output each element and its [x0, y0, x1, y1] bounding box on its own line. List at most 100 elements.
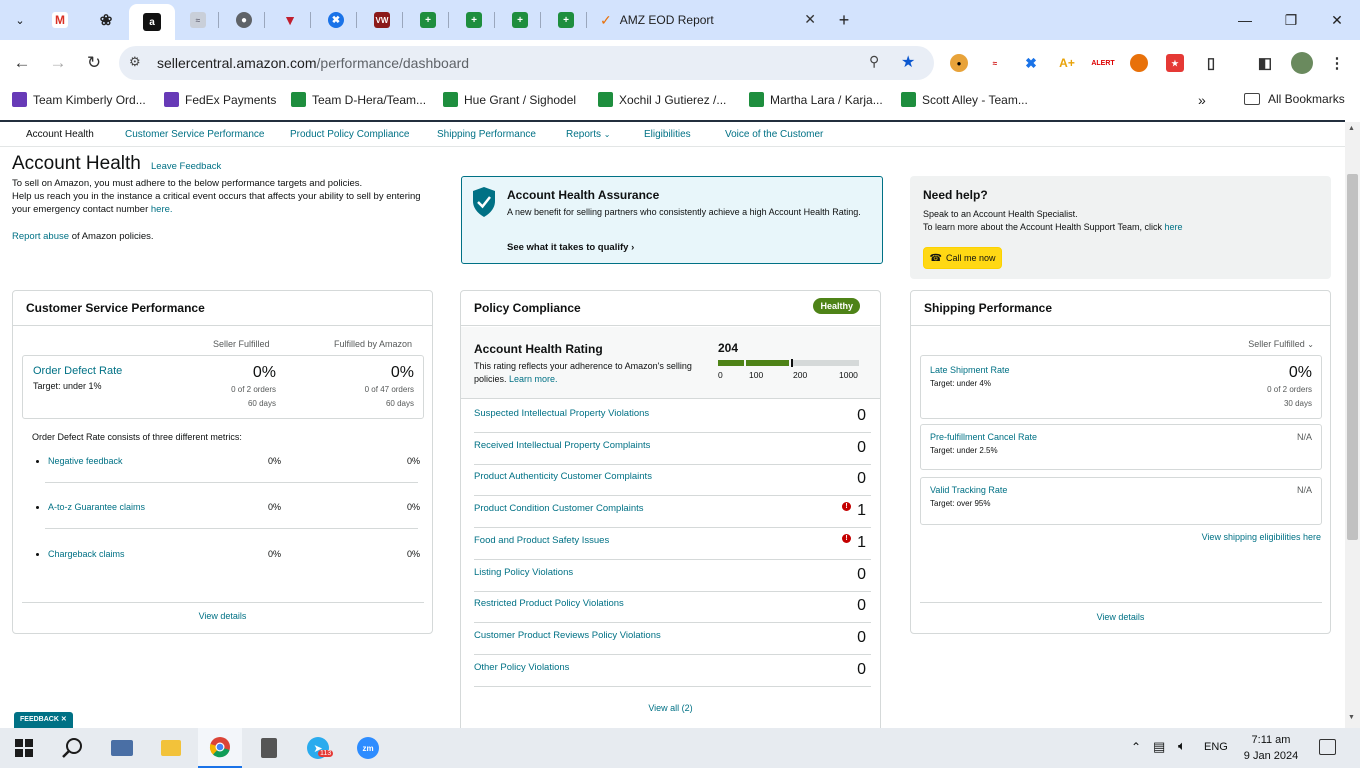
subnav-shipping[interactable]: Shipping Performance — [437, 129, 536, 140]
tab-search-button[interactable]: ⌄ — [8, 8, 32, 32]
tray-overflow-icon[interactable]: ⌃ — [1131, 740, 1141, 754]
call-me-now-button[interactable]: ☎ Call me now — [923, 247, 1002, 269]
bookmark-item[interactable]: FedEx Payments — [164, 92, 276, 107]
late-shipment-link[interactable]: Late Shipment Rate — [930, 365, 1010, 375]
extension-icon-5[interactable]: ALERT — [1091, 54, 1114, 72]
scroll-down-icon[interactable]: ▼ — [1348, 714, 1355, 721]
volume-icon[interactable]: 🔈︎ — [1178, 738, 1186, 754]
tab-sheets-4[interactable]: + — [554, 8, 578, 32]
close-tab-icon[interactable]: ✕ — [804, 11, 816, 28]
bookmark-item[interactable]: Team Kimberly Ord... — [12, 92, 146, 107]
leave-feedback-link[interactable]: Leave Feedback — [151, 161, 221, 172]
language-indicator[interactable]: ENG — [1204, 741, 1228, 753]
tab-sheets-2[interactable]: + — [462, 8, 486, 32]
tab-chatgpt[interactable]: ❀ — [94, 8, 118, 32]
bookmarks-overflow-button[interactable]: » — [1198, 92, 1206, 108]
taskbar-app-chrome[interactable] — [198, 728, 242, 768]
zoom-icon[interactable]: ⚲ — [869, 53, 879, 70]
minimize-button[interactable]: — — [1235, 10, 1255, 30]
restore-button[interactable]: ❐ — [1281, 10, 1301, 30]
cancel-rate-link[interactable]: Pre-fulfillment Cancel Rate — [930, 432, 1037, 442]
policy-row-link[interactable]: Listing Policy Violations — [474, 567, 573, 578]
taskbar-app-calculator[interactable] — [247, 728, 291, 768]
search-button[interactable] — [50, 728, 94, 768]
policy-row-link[interactable]: Other Policy Violations — [474, 662, 569, 673]
extension-icon-6[interactable] — [1130, 54, 1148, 72]
extension-icon-2[interactable]: ≈ — [986, 54, 1004, 72]
subnav-reports[interactable]: Reports ⌄ — [566, 129, 611, 140]
scroll-up-icon[interactable]: ▲ — [1348, 125, 1355, 132]
close-window-button[interactable]: ✕ — [1327, 10, 1347, 30]
policy-row-link[interactable]: Food and Product Safety Issues — [474, 535, 609, 546]
forward-button[interactable]: → — [48, 53, 68, 73]
address-bar[interactable]: ⚙ sellercentral.amazon.com/performance/d… — [119, 46, 934, 80]
bookmark-item[interactable]: Team D-Hera/Team... — [291, 92, 426, 107]
emergency-contact-link[interactable]: here. — [151, 204, 173, 215]
extension-icon-4[interactable]: A+ — [1058, 54, 1076, 72]
policy-row-link[interactable]: Product Authenticity Customer Complaints — [474, 471, 652, 482]
taskbar-app-explorer[interactable] — [149, 728, 193, 768]
extension-icon-3[interactable]: ✖ — [1022, 54, 1040, 72]
subnav-eligibilities[interactable]: Eligibilities — [644, 129, 691, 140]
extension-icon-1[interactable]: ● — [950, 54, 968, 72]
network-icon[interactable]: ▤ — [1153, 739, 1165, 755]
subnav-voice-of-customer[interactable]: Voice of the Customer — [725, 129, 823, 140]
qualify-link[interactable]: See what it takes to qualify › — [507, 242, 634, 253]
tab-compass[interactable]: ✖ — [324, 8, 348, 32]
tab-amazon[interactable]: a — [129, 4, 175, 40]
all-bookmarks-button[interactable]: All Bookmarks — [1244, 92, 1345, 106]
feedback-tab[interactable]: FEEDBACK ✕ — [14, 712, 73, 728]
policy-row-link[interactable]: Restricted Product Policy Violations — [474, 598, 624, 609]
tab-vw[interactable]: VW — [370, 8, 394, 32]
metric-a-to-z[interactable]: A-to-z Guarantee claims — [48, 502, 145, 512]
support-team-link[interactable]: here — [1164, 222, 1182, 232]
ahr-learn-more-link[interactable]: Learn more. — [509, 374, 558, 384]
policy-view-all-link[interactable]: View all (2) — [461, 703, 880, 713]
notifications-icon[interactable] — [1319, 739, 1336, 755]
subnav-account-health[interactable]: Account Health — [26, 129, 94, 140]
policy-row-link[interactable]: Product Condition Customer Complaints — [474, 503, 644, 514]
tab-globe[interactable]: ● — [232, 8, 256, 32]
report-abuse-link[interactable]: Report abuse — [12, 231, 69, 242]
page-scrollbar[interactable]: ▲ ▼ — [1345, 122, 1360, 728]
policy-row-link[interactable]: Received Intellectual Property Complaint… — [474, 440, 650, 451]
start-button[interactable] — [2, 728, 46, 768]
site-settings-icon[interactable]: ⚙ — [129, 54, 141, 70]
menu-kebab-icon[interactable]: ⋮ — [1328, 54, 1346, 72]
policy-row-link[interactable]: Suspected Intellectual Property Violatio… — [474, 408, 649, 419]
bookmark-item[interactable]: Scott Alley - Team... — [901, 92, 1028, 107]
bookmark-item[interactable]: Martha Lara / Karja... — [749, 92, 883, 107]
clock[interactable]: 7:11 am 9 Jan 2024 — [1240, 732, 1302, 764]
taskbar-app-telegram[interactable]: ➤ 113 — [296, 728, 340, 768]
metric-chargeback[interactable]: Chargeback claims — [48, 549, 125, 559]
tab-gmail[interactable]: M — [48, 8, 72, 32]
taskbar-app-zoom[interactable]: zm — [346, 728, 390, 768]
new-tab-button[interactable]: + — [834, 10, 854, 30]
subnav-product-policy[interactable]: Product Policy Compliance — [290, 129, 410, 140]
tab-vector[interactable]: ▼ — [278, 8, 302, 32]
shipping-view-details-link[interactable]: View details — [911, 612, 1330, 622]
bookmark-item[interactable]: Hue Grant / Sighodel — [443, 92, 576, 107]
shipping-filter-dropdown[interactable]: Seller Fulfilled ⌄ — [1248, 339, 1314, 349]
tab-generic-1[interactable]: ≈ — [186, 8, 210, 32]
extension-icon-7[interactable]: ★ — [1166, 54, 1184, 72]
side-panel-icon[interactable]: ◧ — [1256, 54, 1274, 72]
scrollbar-thumb[interactable] — [1347, 174, 1358, 540]
extensions-puzzle-icon[interactable]: ▯ — [1202, 54, 1220, 72]
tab-sheets-3[interactable]: + — [508, 8, 532, 32]
back-button[interactable]: ← — [12, 53, 32, 73]
subnav-customer-service[interactable]: Customer Service Performance — [125, 129, 265, 140]
tracking-rate-link[interactable]: Valid Tracking Rate — [930, 485, 1007, 495]
tab-amz-eod-report[interactable]: ✓ AMZ EOD Report ✕ — [590, 6, 826, 34]
close-icon[interactable]: ✕ — [61, 716, 67, 723]
bookmark-item[interactable]: Xochil J Gutierez /... — [598, 92, 726, 107]
metric-negative-feedback[interactable]: Negative feedback — [48, 456, 123, 466]
odr-link[interactable]: Order Defect Rate — [33, 365, 122, 377]
csp-view-details-link[interactable]: View details — [13, 611, 432, 621]
tab-sheets-1[interactable]: + — [416, 8, 440, 32]
profile-avatar[interactable] — [1291, 52, 1313, 74]
bookmark-star-icon[interactable]: ★ — [901, 52, 915, 72]
shipping-eligibilities-link[interactable]: View shipping eligibilities here — [1202, 532, 1321, 542]
taskbar-app-desktop[interactable] — [100, 728, 144, 768]
reload-button[interactable]: ↻ — [84, 53, 104, 73]
